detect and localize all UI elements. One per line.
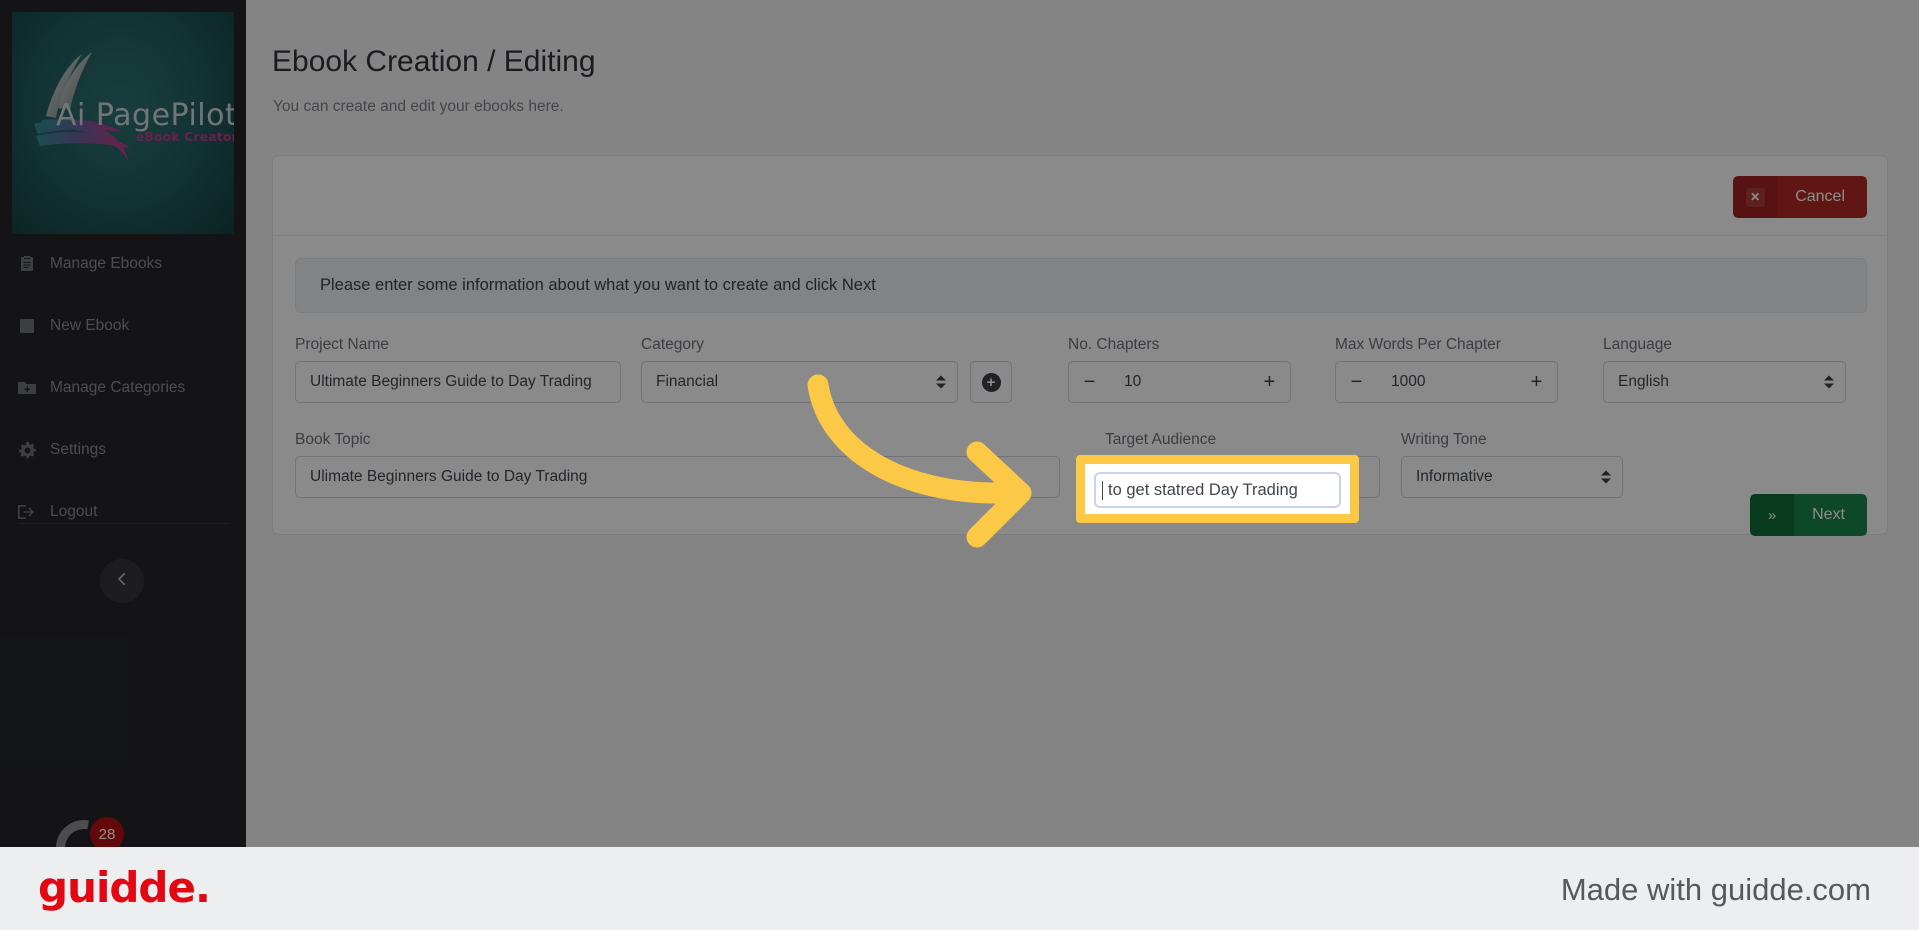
- add-category-button[interactable]: +: [970, 361, 1012, 403]
- book-icon: [18, 317, 36, 335]
- gear-icon: [18, 441, 36, 459]
- app-logo: Ai PagePilot eBook Creator.: [12, 12, 234, 234]
- select-arrows-icon: [936, 375, 946, 389]
- max-words-value[interactable]: 1000: [1377, 361, 1516, 403]
- form-notice: Please enter some information about what…: [295, 258, 1867, 313]
- sidebar-item-label: Manage Ebooks: [50, 255, 163, 272]
- category-select[interactable]: Financial: [641, 361, 958, 403]
- language-select-value: English: [1618, 373, 1669, 390]
- double-chevron-right-icon: »: [1750, 494, 1795, 536]
- no-chapters-increment-button[interactable]: +: [1249, 361, 1291, 403]
- logo-subtitle: eBook Creator.: [136, 130, 234, 144]
- next-button-label: Next: [1794, 494, 1867, 536]
- writing-tone-select-value: Informative: [1416, 468, 1493, 485]
- sidebar-item-label: Manage Categories: [50, 379, 186, 396]
- sidebar-divider: [18, 523, 228, 524]
- next-button[interactable]: » Next: [1750, 494, 1867, 536]
- page-subtitle: You can create and edit your ebooks here…: [273, 98, 564, 115]
- clipboard-icon: [18, 255, 36, 273]
- sidebar: Ai PagePilot eBook Creator. Manage Ebook…: [0, 0, 246, 847]
- sidebar-bottom-logo: 28: [48, 806, 198, 847]
- sidebar-item-settings[interactable]: Settings: [18, 434, 228, 466]
- category-label: Category: [641, 336, 704, 353]
- chevron-left-icon: [113, 570, 131, 593]
- max-words-label: Max Words Per Chapter: [1335, 336, 1501, 353]
- target-audience-label: Target Audience: [1105, 431, 1217, 448]
- screenshot-root: Ai PagePilot eBook Creator. Manage Ebook…: [0, 0, 1919, 930]
- page-title: Ebook Creation / Editing: [272, 45, 596, 78]
- book-topic-label: Book Topic: [295, 431, 371, 448]
- cancel-button[interactable]: ✕ Cancel: [1733, 176, 1867, 218]
- no-chapters-label: No. Chapters: [1068, 336, 1160, 353]
- no-chapters-value[interactable]: 10: [1110, 361, 1249, 403]
- made-with-label: Made with guidde.com: [1560, 872, 1871, 907]
- sidebar-item-new-ebook[interactable]: New Ebook: [18, 310, 228, 342]
- writing-tone-label: Writing Tone: [1401, 431, 1487, 448]
- project-name-input[interactable]: Ultimate Beginners Guide to Day Trading: [295, 361, 621, 403]
- no-chapters-stepper[interactable]: − 10 +: [1068, 361, 1291, 403]
- folder-plus-icon: [18, 379, 36, 397]
- sidebar-item-label: New Ebook: [50, 317, 130, 334]
- max-words-decrement-button[interactable]: −: [1335, 361, 1377, 403]
- select-arrows-icon: [1601, 470, 1611, 484]
- sidebar-item-manage-categories[interactable]: Manage Categories: [18, 372, 228, 404]
- card-header: ✕ Cancel: [273, 156, 1887, 236]
- sidebar-collapse-button[interactable]: [100, 559, 144, 603]
- target-audience-value: to get statred Day Trading: [1108, 480, 1298, 499]
- guidde-logo: guidde.: [38, 863, 211, 912]
- no-chapters-decrement-button[interactable]: −: [1068, 361, 1110, 403]
- sidebar-item-label: Logout: [50, 503, 98, 520]
- writing-tone-select[interactable]: Informative: [1401, 456, 1623, 498]
- select-arrows-icon: [1824, 375, 1834, 389]
- sidebar-item-manage-ebooks[interactable]: Manage Ebooks: [18, 248, 228, 280]
- text-caret: [1102, 480, 1103, 500]
- category-select-value: Financial: [656, 373, 719, 390]
- language-select[interactable]: English: [1603, 361, 1846, 403]
- max-words-increment-button[interactable]: +: [1516, 361, 1558, 403]
- close-icon: ✕: [1733, 176, 1778, 218]
- logout-icon: [18, 503, 36, 521]
- max-words-stepper[interactable]: − 1000 +: [1335, 361, 1558, 403]
- cancel-button-label: Cancel: [1777, 176, 1867, 218]
- logo-wordmark: Ai PagePilot: [56, 98, 234, 133]
- target-audience-input-focused[interactable]: to get statred Day Trading: [1094, 472, 1341, 508]
- language-label: Language: [1603, 336, 1672, 353]
- sidebar-nav: Manage Ebooks New Ebook Manage Categorie…: [0, 248, 246, 558]
- plus-circle-icon: +: [981, 372, 1001, 392]
- main-content: Ebook Creation / Editing You can create …: [246, 0, 1919, 847]
- app-screen: Ai PagePilot eBook Creator. Manage Ebook…: [0, 0, 1919, 847]
- notification-badge: 28: [90, 817, 124, 847]
- project-name-label: Project Name: [295, 336, 389, 353]
- book-topic-input[interactable]: Ulimate Beginners Guide to Day Trading: [295, 456, 1060, 498]
- sidebar-item-label: Settings: [50, 441, 107, 458]
- footer: guidde. Made with guidde.com: [0, 847, 1919, 930]
